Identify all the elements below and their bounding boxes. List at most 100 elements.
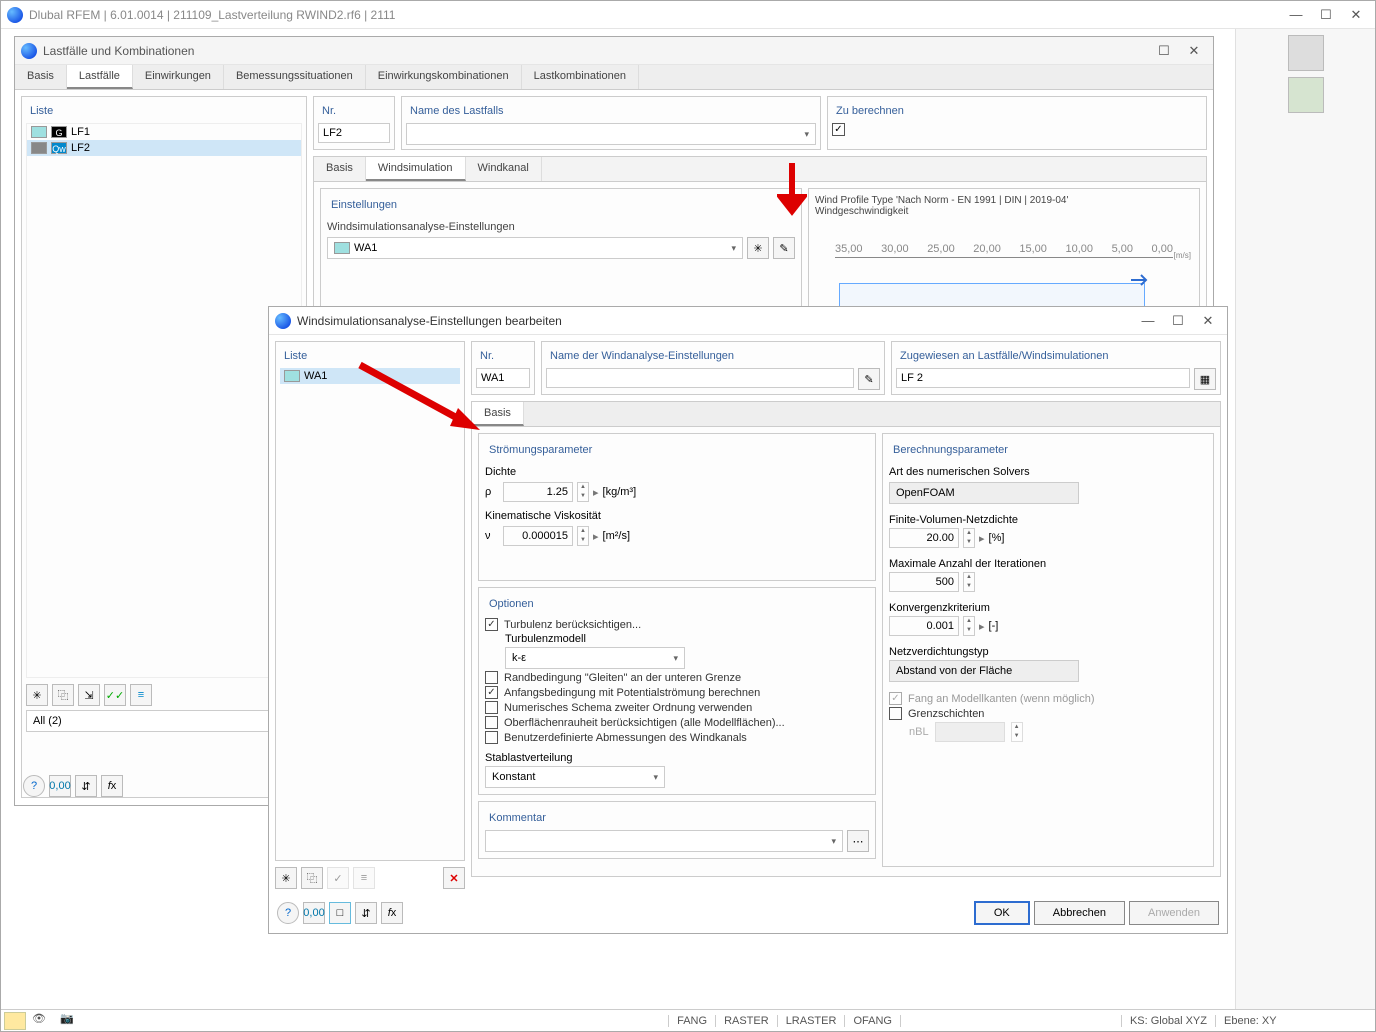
mesh-input[interactable]: 20.00 bbox=[889, 528, 959, 548]
nu-spin[interactable]: ▲▼ bbox=[577, 526, 589, 546]
d2-delete-icon[interactable]: ✕ bbox=[443, 867, 465, 889]
dlg2-max-icon[interactable]: ☐ bbox=[1165, 311, 1191, 331]
d2-zug-field[interactable]: LF 2 bbox=[896, 368, 1190, 388]
sb-ebene[interactable]: Ebene: XY bbox=[1215, 1015, 1375, 1027]
app-icon bbox=[21, 43, 37, 59]
cube2-icon[interactable] bbox=[1288, 77, 1324, 113]
nbl-lbl: nBL bbox=[909, 726, 929, 738]
einst-hdr: Einstellungen bbox=[327, 195, 795, 217]
mesh-spin[interactable]: ▲▼ bbox=[963, 528, 975, 548]
eye-icon[interactable]: 👁 bbox=[32, 1012, 54, 1030]
ck-turb[interactable]: ✓Turbulenz berücksichtigen... bbox=[485, 618, 869, 631]
edit-name-icon[interactable]: ✎ bbox=[858, 368, 880, 390]
cube-icon[interactable] bbox=[1288, 35, 1324, 71]
d2-fx-icon[interactable]: fx bbox=[381, 902, 403, 924]
sb-raster[interactable]: RASTER bbox=[715, 1015, 777, 1027]
units-icon[interactable]: 0,00 bbox=[49, 775, 71, 797]
turb-model-select[interactable]: k-ε bbox=[505, 647, 685, 669]
komm-field[interactable] bbox=[485, 830, 843, 852]
d2-units-icon[interactable]: 0,00 bbox=[303, 902, 325, 924]
d2-subtab-basis[interactable]: Basis bbox=[472, 402, 524, 426]
iter-input[interactable]: 500 bbox=[889, 572, 959, 592]
minimize-icon[interactable]: — bbox=[1283, 5, 1309, 25]
tb-import-icon[interactable]: ⇲ bbox=[78, 684, 100, 706]
stab-select[interactable]: Konstant bbox=[485, 766, 665, 788]
camera-icon[interactable]: 📷 bbox=[60, 1012, 82, 1030]
subtab-windkanal[interactable]: Windkanal bbox=[466, 157, 542, 181]
tab-lk[interactable]: Lastkombinationen bbox=[522, 65, 639, 89]
close-icon[interactable]: ✕ bbox=[1343, 5, 1369, 25]
wind-hdr1: Wind Profile Type 'Nach Norm - EN 1991 |… bbox=[815, 195, 1193, 206]
d2-list-wa1[interactable]: WA1 bbox=[280, 368, 460, 384]
list-row-lf1[interactable]: G LF1 bbox=[27, 124, 301, 140]
dlg1-titlebar[interactable]: Lastfälle und Kombinationen ☐ ✕ bbox=[15, 37, 1213, 65]
dlg2-min-icon[interactable]: — bbox=[1135, 311, 1161, 331]
tree-icon[interactable]: ⇵ bbox=[75, 775, 97, 797]
arrow-right-icon bbox=[1131, 273, 1151, 287]
tab-ek[interactable]: Einwirkungskombinationen bbox=[366, 65, 522, 89]
main-titlebar: Dlubal RFEM | 6.01.0014 | 211109_Lastver… bbox=[1, 1, 1375, 29]
ok-button[interactable]: OK bbox=[974, 901, 1030, 925]
tb-check-icon[interactable]: ✓✓ bbox=[104, 684, 126, 706]
dlg1-max-icon[interactable]: ☐ bbox=[1151, 41, 1177, 61]
wa-edit-icon[interactable]: ✎ bbox=[773, 237, 795, 259]
conv-input[interactable]: 0.001 bbox=[889, 616, 959, 636]
maximize-icon[interactable]: ☐ bbox=[1313, 5, 1339, 25]
netz-select[interactable]: Abstand von der Fläche bbox=[889, 660, 1079, 682]
fx-icon[interactable]: fx bbox=[101, 775, 123, 797]
tab-einwirkungen[interactable]: Einwirkungen bbox=[133, 65, 224, 89]
nbl-spin: ▲▼ bbox=[1011, 722, 1023, 742]
d2-name-field[interactable] bbox=[546, 368, 854, 388]
solver-select[interactable]: OpenFOAM bbox=[889, 482, 1079, 504]
help-icon[interactable]: ? bbox=[23, 775, 45, 797]
ck-oberf[interactable]: Oberflächenrauheit berücksichtigen (alle… bbox=[485, 716, 869, 729]
d2-box-icon[interactable]: □ bbox=[329, 902, 351, 924]
all-filter[interactable]: All (2) bbox=[26, 710, 302, 732]
ck-grenz[interactable]: Grenzschichten bbox=[889, 707, 1207, 720]
name-field[interactable] bbox=[406, 123, 816, 145]
d2-new-icon[interactable]: ✳ bbox=[275, 867, 297, 889]
list-lbl-1: LF1 bbox=[71, 126, 90, 138]
iter-spin[interactable]: ▲▼ bbox=[963, 572, 975, 592]
rho-input[interactable]: 1.25 bbox=[503, 482, 573, 502]
zug-list-icon[interactable]: ▦ bbox=[1194, 368, 1216, 390]
flow-hdr: Strömungsparameter bbox=[485, 440, 869, 462]
subtab-basis[interactable]: Basis bbox=[314, 157, 366, 181]
tb-num-icon[interactable]: ≡ bbox=[130, 684, 152, 706]
nu-input[interactable]: 0.000015 bbox=[503, 526, 573, 546]
tb-copy-icon[interactable]: ⿻ bbox=[52, 684, 74, 706]
list-row-lf2[interactable]: Qw LF2 bbox=[27, 140, 301, 156]
dlg2-titlebar[interactable]: Windsimulationsanalyse-Einstellungen bea… bbox=[269, 307, 1227, 335]
sb-fang[interactable]: FANG bbox=[668, 1015, 715, 1027]
ck-rand[interactable]: Randbedingung "Gleiten" an der unteren G… bbox=[485, 671, 869, 684]
wa-select[interactable]: WA1 bbox=[327, 237, 743, 259]
sb-ks[interactable]: KS: Global XYZ bbox=[1121, 1015, 1215, 1027]
tab-bemessung[interactable]: Bemessungssituationen bbox=[224, 65, 366, 89]
cancel-button[interactable]: Abbrechen bbox=[1034, 901, 1125, 925]
subtab-windsim[interactable]: Windsimulation bbox=[366, 157, 466, 181]
sb-icon1[interactable] bbox=[4, 1012, 26, 1030]
dlg2-close-icon[interactable]: ✕ bbox=[1195, 311, 1221, 331]
tb-new-icon[interactable]: ✳ bbox=[26, 684, 48, 706]
d2-tree-icon[interactable]: ⇵ bbox=[355, 902, 377, 924]
d2-copy-icon[interactable]: ⿻ bbox=[301, 867, 323, 889]
dlg1-close-icon[interactable]: ✕ bbox=[1181, 41, 1207, 61]
rho-spin[interactable]: ▲▼ bbox=[577, 482, 589, 502]
ck-ben[interactable]: Benutzerdefinierte Abmessungen des Windk… bbox=[485, 731, 869, 744]
ck-num[interactable]: Numerisches Schema zweiter Ordnung verwe… bbox=[485, 701, 869, 714]
d2-nr-field[interactable]: WA1 bbox=[476, 368, 530, 388]
mesh-unit: [%] bbox=[989, 532, 1005, 544]
conv-spin[interactable]: ▲▼ bbox=[963, 616, 975, 636]
wa-new-icon[interactable]: ✳ bbox=[747, 237, 769, 259]
sb-ofang[interactable]: OFANG bbox=[844, 1015, 901, 1027]
ck-anf[interactable]: ✓Anfangsbedingung mit Potentialströmung … bbox=[485, 686, 869, 699]
sb-lraster[interactable]: LRASTER bbox=[777, 1015, 845, 1027]
apply-button[interactable]: Anwenden bbox=[1129, 901, 1219, 925]
zuber-checkbox[interactable]: ✓ bbox=[832, 123, 845, 136]
nr-field[interactable]: LF2 bbox=[318, 123, 390, 143]
app-icon bbox=[275, 313, 291, 329]
tab-basis[interactable]: Basis bbox=[15, 65, 67, 89]
d2-help-icon[interactable]: ? bbox=[277, 902, 299, 924]
tab-lastfaelle[interactable]: Lastfälle bbox=[67, 65, 133, 89]
komm-btn-icon[interactable]: ⋯ bbox=[847, 830, 869, 852]
